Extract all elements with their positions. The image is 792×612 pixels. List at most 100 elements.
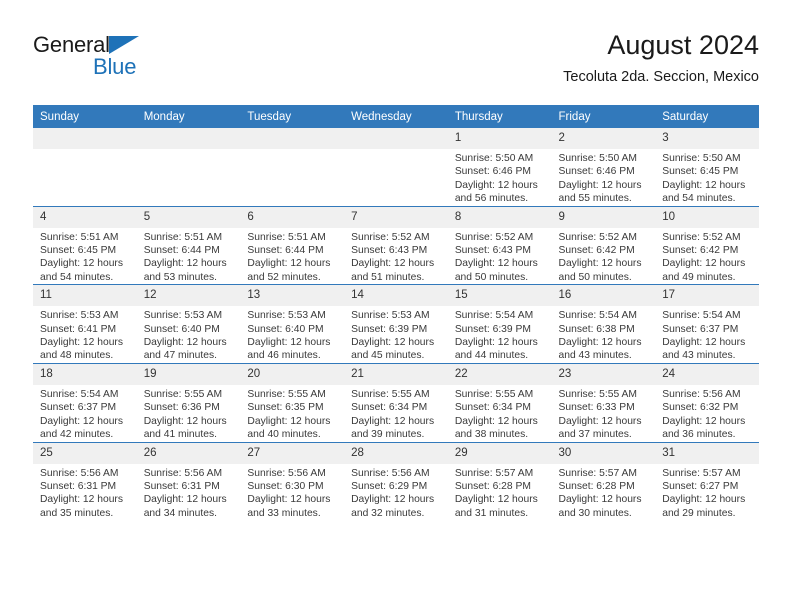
calendar-day-cell[interactable]: 29 Sunrise: 5:57 AM Sunset: 6:28 PM Dayl… [447,441,552,521]
day-details: Sunrise: 5:56 AM Sunset: 6:31 PM Dayligh… [137,464,241,521]
calendar-day-cell[interactable] [344,128,448,207]
sunrise-text: Sunrise: 5:56 AM [143,467,223,479]
calendar-day-cell[interactable]: 7 Sunrise: 5:52 AM Sunset: 6:43 PM Dayli… [344,205,448,285]
daylight-text-line1: Daylight: 12 hours [454,258,538,270]
sunset-text: Sunset: 6:34 PM [351,402,428,414]
day-number: 27 [240,442,345,464]
calendar-body: 1 Sunrise: 5:50 AM Sunset: 6:46 PM Dayli… [33,128,759,521]
day-details: Sunrise: 5:51 AM Sunset: 6:44 PM Dayligh… [240,228,344,285]
calendar-day-cell[interactable]: 31 Sunrise: 5:57 AM Sunset: 6:27 PM Dayl… [655,441,759,521]
daylight-text-line1: Daylight: 12 hours [662,258,746,270]
calendar-day-cell[interactable]: 5 Sunrise: 5:51 AM Sunset: 6:44 PM Dayli… [136,205,241,285]
sunset-text: Sunset: 6:43 PM [454,245,531,257]
day-number: 9 [551,206,656,228]
calendar-day-cell[interactable]: 18 Sunrise: 5:54 AM Sunset: 6:37 PM Dayl… [33,362,137,442]
day-number: 10 [655,206,759,228]
calendar-day-cell[interactable]: 11 Sunrise: 5:53 AM Sunset: 6:41 PM Dayl… [33,284,137,364]
daylight-text-line1: Daylight: 12 hours [558,258,642,270]
daylight-text-line2: and 54 minutes. [662,193,736,205]
calendar-day-cell[interactable]: 30 Sunrise: 5:57 AM Sunset: 6:28 PM Dayl… [551,441,656,521]
sunrise-text: Sunrise: 5:56 AM [351,467,430,479]
calendar-day-cell[interactable]: 26 Sunrise: 5:56 AM Sunset: 6:31 PM Dayl… [136,441,241,521]
sunset-text: Sunset: 6:34 PM [454,402,531,414]
calendar-day-cell[interactable]: 4 Sunrise: 5:51 AM Sunset: 6:45 PM Dayli… [33,205,137,285]
calendar-day-cell[interactable]: 17 Sunrise: 5:54 AM Sunset: 6:37 PM Dayl… [655,284,759,364]
sunrise-text: Sunrise: 5:53 AM [247,310,326,322]
sunrise-text: Sunrise: 5:52 AM [351,231,430,243]
title-block: August 2024 Tecoluta 2da. Seccion, Mexic… [563,28,759,88]
calendar-week-row: 4 Sunrise: 5:51 AM Sunset: 6:45 PM Dayli… [33,205,759,285]
calendar-day-cell[interactable]: 15 Sunrise: 5:54 AM Sunset: 6:39 PM Dayl… [447,284,552,364]
daylight-text-line1: Daylight: 12 hours [454,337,538,349]
calendar-day-cell[interactable]: 25 Sunrise: 5:56 AM Sunset: 6:31 PM Dayl… [33,441,137,521]
calendar-day-cell[interactable]: 19 Sunrise: 5:55 AM Sunset: 6:36 PM Dayl… [136,362,241,442]
day-details: Sunrise: 5:52 AM Sunset: 6:43 PM Dayligh… [448,228,552,285]
daylight-text-line2: and 39 minutes. [351,429,425,441]
day-details: Sunrise: 5:55 AM Sunset: 6:34 PM Dayligh… [448,385,552,442]
daylight-text-line2: and 30 minutes. [558,507,632,519]
calendar-day-cell[interactable] [240,128,345,207]
calendar-day-cell[interactable]: 6 Sunrise: 5:51 AM Sunset: 6:44 PM Dayli… [240,205,345,285]
day-number: 15 [447,285,552,307]
calendar-day-cell[interactable]: 21 Sunrise: 5:55 AM Sunset: 6:34 PM Dayl… [344,362,448,442]
daylight-text-line2: and 45 minutes. [351,350,425,362]
daylight-text-line2: and 36 minutes. [662,429,736,441]
sunrise-text: Sunrise: 5:54 AM [662,310,741,322]
sunset-text: Sunset: 6:32 PM [662,402,739,414]
calendar-day-cell[interactable]: 1 Sunrise: 5:50 AM Sunset: 6:46 PM Dayli… [447,128,552,207]
calendar-day-cell[interactable]: 14 Sunrise: 5:53 AM Sunset: 6:39 PM Dayl… [344,284,448,364]
day-number: 20 [240,363,345,385]
daylight-text-line1: Daylight: 12 hours [662,179,746,191]
day-number: 14 [344,285,448,307]
calendar-header-row: Sunday Monday Tuesday Wednesday Thursday… [33,105,759,128]
day-details: Sunrise: 5:57 AM Sunset: 6:28 PM Dayligh… [448,464,552,521]
calendar-day-cell[interactable]: 24 Sunrise: 5:56 AM Sunset: 6:32 PM Dayl… [655,362,759,442]
sunrise-text: Sunrise: 5:51 AM [40,231,119,243]
calendar-day-cell[interactable]: 13 Sunrise: 5:53 AM Sunset: 6:40 PM Dayl… [240,284,345,364]
daylight-text-line2: and 34 minutes. [143,507,217,519]
daylight-text-line2: and 52 minutes. [247,271,321,283]
calendar-day-cell[interactable]: 23 Sunrise: 5:55 AM Sunset: 6:33 PM Dayl… [551,362,656,442]
day-number: 13 [240,285,345,307]
calendar-day-cell[interactable]: 22 Sunrise: 5:55 AM Sunset: 6:34 PM Dayl… [447,362,552,442]
calendar-day-cell[interactable]: 12 Sunrise: 5:53 AM Sunset: 6:40 PM Dayl… [136,284,241,364]
calendar-week-row: 1 Sunrise: 5:50 AM Sunset: 6:46 PM Dayli… [33,128,759,207]
daylight-text-line1: Daylight: 12 hours [351,337,435,349]
sunrise-text: Sunrise: 5:52 AM [454,231,534,243]
day-number: 4 [33,206,137,228]
calendar-day-cell[interactable]: 28 Sunrise: 5:56 AM Sunset: 6:29 PM Dayl… [344,441,448,521]
calendar-day-cell[interactable]: 2 Sunrise: 5:50 AM Sunset: 6:46 PM Dayli… [551,128,656,207]
daylight-text-line2: and 29 minutes. [662,507,736,519]
calendar-day-cell[interactable]: 20 Sunrise: 5:55 AM Sunset: 6:35 PM Dayl… [240,362,345,442]
weekday-header-sunday: Sunday [33,105,137,128]
sunset-text: Sunset: 6:35 PM [247,402,324,414]
daylight-text-line2: and 42 minutes. [40,429,114,441]
day-details: Sunrise: 5:54 AM Sunset: 6:38 PM Dayligh… [552,306,656,363]
general-blue-logo[interactable]: General Blue [33,32,223,90]
calendar-day-cell[interactable]: 10 Sunrise: 5:52 AM Sunset: 6:42 PM Dayl… [655,205,759,285]
day-number: 23 [551,363,656,385]
sunset-text: Sunset: 6:29 PM [351,480,428,492]
daylight-text-line2: and 54 minutes. [40,271,114,283]
day-details: Sunrise: 5:57 AM Sunset: 6:28 PM Dayligh… [552,464,656,521]
calendar-day-cell[interactable] [33,128,137,207]
daylight-text-line1: Daylight: 12 hours [454,494,538,506]
calendar-day-cell[interactable] [136,128,241,207]
day-details: Sunrise: 5:50 AM Sunset: 6:45 PM Dayligh… [655,149,759,206]
daylight-text-line2: and 35 minutes. [40,507,114,519]
calendar-day-cell[interactable]: 8 Sunrise: 5:52 AM Sunset: 6:43 PM Dayli… [447,205,552,285]
calendar-day-cell[interactable]: 3 Sunrise: 5:50 AM Sunset: 6:45 PM Dayli… [655,128,759,207]
sunset-text: Sunset: 6:33 PM [558,402,635,414]
day-number: 31 [655,442,759,464]
page-subtitle: Tecoluta 2da. Seccion, Mexico [563,69,759,85]
daylight-text-line1: Daylight: 12 hours [40,337,123,349]
day-number: 11 [33,285,137,307]
calendar-day-cell[interactable]: 16 Sunrise: 5:54 AM Sunset: 6:38 PM Dayl… [551,284,656,364]
sunset-text: Sunset: 6:45 PM [40,245,117,257]
sunrise-text: Sunrise: 5:50 AM [662,153,741,164]
calendar-page: General Blue August 2024 Tecoluta 2da. S… [0,0,792,612]
calendar-day-cell[interactable]: 27 Sunrise: 5:56 AM Sunset: 6:30 PM Dayl… [240,441,345,521]
day-details: Sunrise: 5:53 AM Sunset: 6:39 PM Dayligh… [344,306,448,363]
calendar-day-cell[interactable]: 9 Sunrise: 5:52 AM Sunset: 6:42 PM Dayli… [551,205,656,285]
daylight-text-line1: Daylight: 12 hours [143,494,227,506]
